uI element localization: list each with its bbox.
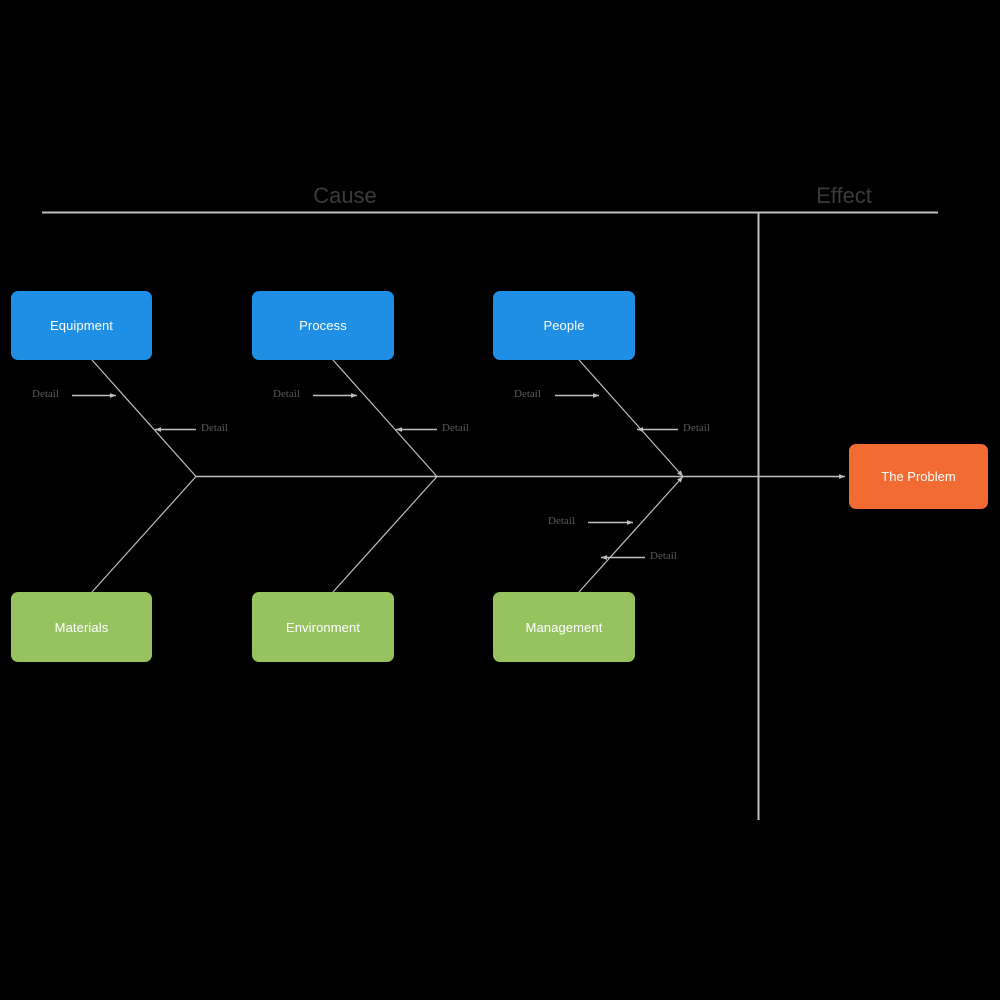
detail-label-equipment-2[interactable]: Detail bbox=[201, 422, 228, 434]
category-box-materials[interactable]: Materials bbox=[11, 592, 152, 662]
detail-label-process-2[interactable]: Detail bbox=[442, 422, 469, 434]
category-label: Materials bbox=[54, 619, 109, 635]
category-label: Management bbox=[525, 619, 603, 635]
effect-box-the-problem[interactable]: The Problem bbox=[849, 444, 988, 509]
category-box-equipment[interactable]: Equipment bbox=[11, 291, 152, 360]
detail-label-management-2[interactable]: Detail bbox=[650, 550, 677, 562]
category-label: Environment bbox=[285, 619, 361, 635]
branch-materials bbox=[91, 476, 197, 593]
effect-label: The Problem bbox=[881, 469, 956, 484]
branch-environment bbox=[332, 476, 438, 593]
detail-label-process-1[interactable]: Detail bbox=[273, 388, 300, 400]
category-label: People bbox=[543, 318, 585, 333]
category-box-environment[interactable]: Environment bbox=[252, 592, 394, 662]
category-label: Equipment bbox=[49, 318, 114, 333]
detail-label-management-1[interactable]: Detail bbox=[548, 515, 575, 527]
branch-equipment bbox=[91, 359, 197, 477]
cause-header: Cause bbox=[313, 183, 377, 208]
branch-process bbox=[332, 359, 438, 477]
effect-header: Effect bbox=[816, 183, 872, 208]
detail-label-equipment-1[interactable]: Detail bbox=[32, 388, 59, 400]
fishbone-diagram-canvas: Cause Effect Equipment Process People Ma… bbox=[0, 0, 1000, 1000]
detail-label-people-1[interactable]: Detail bbox=[514, 388, 541, 400]
category-box-process[interactable]: Process bbox=[252, 291, 394, 360]
category-label: Process bbox=[299, 318, 347, 333]
branch-people bbox=[578, 359, 684, 477]
detail-label-people-2[interactable]: Detail bbox=[683, 422, 710, 434]
category-box-management[interactable]: Management bbox=[493, 592, 635, 662]
category-box-people[interactable]: People bbox=[493, 291, 635, 360]
branch-management bbox=[578, 476, 684, 593]
